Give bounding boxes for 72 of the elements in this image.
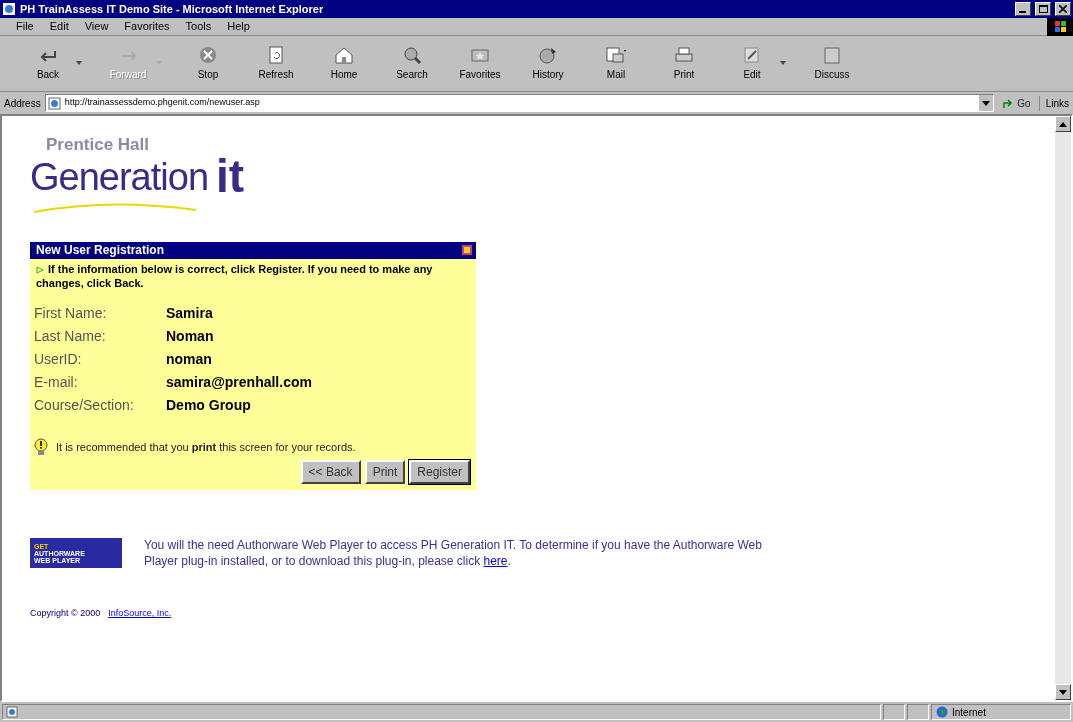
instruction-text: If the information below is correct, click Register. If you need to make any changes, click Back. [35,261,434,292]
toolbar-button[interactable]: Print [650,45,718,82]
field-value: Noman [166,327,215,347]
register-button[interactable]: Register [409,460,470,485]
toolbar-button[interactable]: Back [14,45,82,82]
logo-text: Prentice Hall [46,136,150,153]
maximize-button[interactable] [1035,2,1051,16]
menu-item[interactable]: Favorites [116,18,178,35]
close-button[interactable] [1055,2,1071,16]
mail-icon [605,45,627,65]
field-label: Course/Section: [34,396,135,416]
discuss-icon [821,45,843,65]
field-value: noman [166,350,213,370]
menu-item[interactable]: Tools [177,18,220,35]
field-value: samira@prenhall.com [166,373,313,393]
page-icon [6,706,18,718]
menu-item[interactable]: Help [219,18,258,35]
caret-icon[interactable] [76,61,82,66]
home-icon [333,45,355,65]
print-button[interactable]: Print [364,460,406,485]
toolbar-button[interactable]: Edit [718,45,786,82]
field-value: Samira [166,304,214,324]
scrollbar[interactable] [1055,116,1071,700]
toolbar-button[interactable]: Refresh [242,45,310,82]
close-icon [1059,5,1067,13]
company-link[interactable]: InfoSource, Inc. [108,607,172,621]
window-title: PH TrainAssess IT Demo Site - Microsoft Internet Explorer [20,1,324,17]
plugin-notice: You will the need Authorware Web Player to access PH Generation IT. To determine if you have the Authorware Web Player plug-in installed, or to download this plug-in, please click here. [144,538,763,570]
menu-item[interactable]: File [8,18,42,35]
go-arrow-icon [1002,97,1014,109]
stop-icon [197,45,219,65]
logo-text: it [216,153,245,199]
page-icon [47,96,61,110]
panel-title: New User Registration [36,242,165,259]
triangle-icon [36,265,44,274]
zone-label: Internet [952,705,986,720]
here-link[interactable]: here [483,553,508,568]
menu-item[interactable]: Edit [41,18,77,35]
links-button[interactable]: Links [1038,95,1069,111]
field-label: First Name: [34,304,108,324]
toolbar-button[interactable]: Search [378,45,446,82]
field-label: Last Name: [34,327,107,347]
address-field[interactable]: http://trainassessdemo.phgenit.com/newuser.asp [44,94,995,112]
caret-icon[interactable] [780,61,786,66]
status-panel [883,704,905,720]
logo-text: Generation [30,157,208,199]
toolbar-button[interactable]: Discuss [798,45,866,82]
toolbar-button[interactable]: History [514,45,582,82]
browser-icon [2,2,16,16]
maximize-icon [1038,5,1048,13]
toolbar-button[interactable]: Favorites [446,45,514,82]
field-value: Demo Group [166,396,252,416]
address-label: Address [4,96,41,111]
search-icon [401,45,423,65]
globe-icon [936,706,948,718]
back-button[interactable]: << Back [300,460,361,485]
status-panel [907,704,929,720]
tip-text: It is recommended that you print this screen for your records. [56,439,356,455]
scroll-up-icon[interactable] [1059,121,1067,127]
field-label: UserID: [34,350,83,370]
minimize-button[interactable] [1015,2,1031,16]
square-icon [462,245,472,255]
toolbar-button[interactable]: Home [310,45,378,82]
field-label: E-mail: [34,373,79,393]
toolbar-button[interactable]: Mail [582,45,650,82]
scroll-down-icon[interactable] [1059,689,1067,695]
lightbulb-icon [34,438,48,457]
menu-item[interactable]: View [76,18,117,35]
go-button[interactable]: Go [998,95,1035,111]
print-icon [673,45,695,65]
toolbar-button[interactable]: Stop [174,45,242,82]
copyright-text: Copyright © 2000 [30,607,101,621]
